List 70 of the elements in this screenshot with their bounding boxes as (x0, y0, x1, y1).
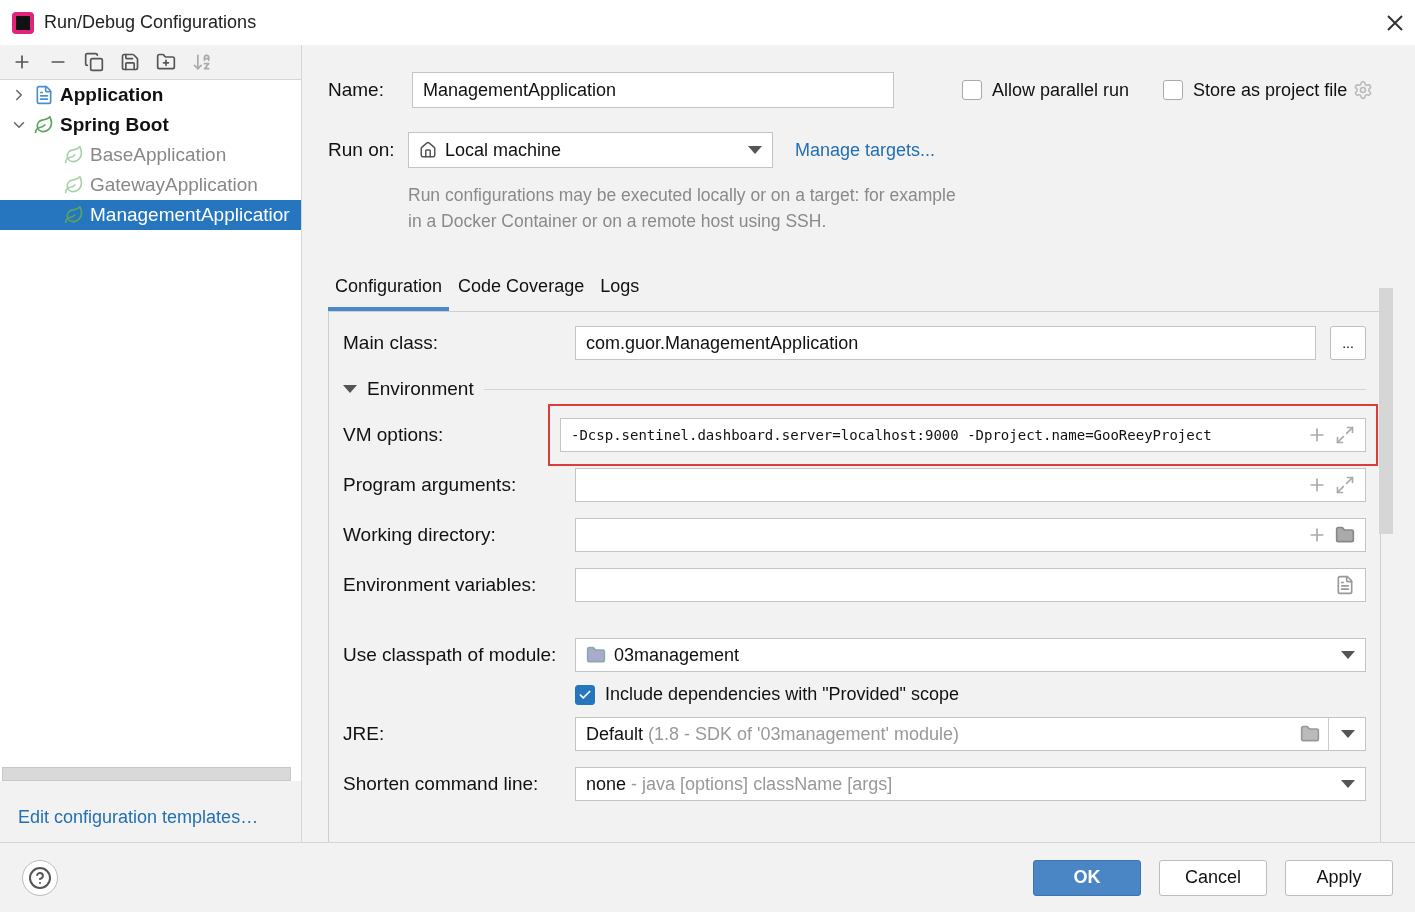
dialog-button[interactable]: Apply (1285, 859, 1393, 896)
checkbox-label: Store as project file (1193, 79, 1348, 101)
field-label: Program arguments: (343, 474, 518, 496)
dropdown-caret-icon (1341, 730, 1355, 738)
tab[interactable]: Logs (593, 270, 647, 311)
folder-icon (1335, 525, 1355, 545)
document-icon (1335, 575, 1355, 595)
copy-icon[interactable] (84, 52, 104, 72)
run-on-dropdown[interactable]: Local machine (408, 132, 773, 168)
field-label: Environment variables: (343, 574, 538, 596)
collapse-triangle-icon[interactable] (343, 385, 357, 393)
checkbox-label: Allow parallel run (992, 79, 1130, 101)
expand-icon (1335, 475, 1355, 495)
text-field[interactable]: -Dcsp.sentinel.dashboard.server=localhost:9000 -Dproject.name=GooReeyProject (560, 418, 1366, 452)
text-field[interactable] (575, 568, 1366, 602)
module-folder-icon (586, 645, 606, 665)
leaf-icon (64, 145, 84, 165)
text-field[interactable] (575, 518, 1366, 552)
templates-link[interactable]: Edit configuration templates… (0, 781, 301, 842)
checkbox[interactable] (962, 80, 982, 100)
scrollbar[interactable] (1379, 288, 1393, 534)
text-field[interactable] (575, 468, 1366, 502)
field-label: Working directory: (343, 524, 497, 546)
dialog-button[interactable]: Cancel (1159, 859, 1267, 896)
main-class-label: Main class: (343, 332, 440, 354)
expand-icon (1335, 425, 1355, 445)
tree-item[interactable]: Spring Boot (0, 110, 301, 140)
browse-button[interactable]: ... (1330, 326, 1366, 360)
leaf-icon (64, 175, 84, 195)
help-icon (28, 865, 52, 890)
classpath-label: Use classpath of module: (343, 644, 558, 666)
checkbox[interactable] (1163, 80, 1184, 100)
shorten-dropdown[interactable]: none - java [options] className [args] (575, 767, 1366, 801)
app-logo-icon (12, 11, 34, 34)
tree-item[interactable]: GatewayApplication (0, 170, 301, 200)
new-folder-icon[interactable] (156, 52, 176, 72)
jre-label: JRE: (343, 723, 386, 745)
main-class-field[interactable]: com.guor.ManagementApplication (575, 326, 1316, 360)
sort-icon[interactable] (192, 52, 212, 72)
shorten-label: Shorten command line: (343, 773, 540, 795)
window-title: Run/Debug Configurations (44, 12, 258, 33)
hint-text: Run configurations may be executed locally or on a target: for example in a Docker Container or on a remote host using SSH. (408, 184, 957, 233)
tab[interactable]: Configuration (328, 270, 450, 311)
checkbox-label: Include dependencies with "Provided" scope (605, 684, 959, 705)
section-title: Environment (367, 378, 474, 400)
help-button[interactable] (22, 859, 58, 896)
dialog-button[interactable]: OK (1033, 859, 1141, 896)
dropdown-caret-icon (748, 146, 762, 154)
run-on-label: Run on: (328, 139, 394, 161)
module-dropdown[interactable]: 03management (575, 638, 1366, 672)
checkbox[interactable] (575, 684, 595, 705)
field-label: VM options: (343, 424, 445, 446)
manage-targets-link[interactable]: Manage targets... (795, 139, 936, 161)
name-label: Name: (328, 79, 385, 101)
leaf-icon (64, 205, 84, 225)
tree-item[interactable]: ManagementApplicatior (0, 200, 301, 230)
settings-icon (1353, 80, 1374, 100)
house-icon (419, 141, 437, 159)
dropdown-caret-icon (1341, 651, 1355, 659)
jre-dropdown[interactable]: Default (1.8 - SDK of '03management' module) (575, 717, 1366, 751)
close-icon[interactable] (1387, 14, 1403, 31)
folder-icon (1300, 724, 1320, 744)
tab[interactable]: Code Coverage (451, 270, 592, 311)
dropdown-caret-icon (1341, 780, 1355, 788)
tree-item[interactable]: BaseApplication (0, 140, 301, 170)
leaf-icon (34, 115, 54, 135)
name-field[interactable]: ManagementApplication (412, 72, 894, 108)
tree-item[interactable]: Application (0, 80, 301, 110)
save-icon[interactable] (120, 52, 140, 72)
scrollbar[interactable] (2, 767, 291, 781)
